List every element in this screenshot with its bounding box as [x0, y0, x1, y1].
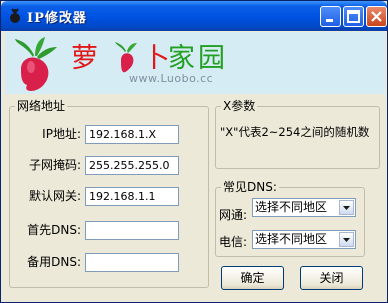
- unicom-dns-select[interactable]: 选择不同地区: [252, 198, 356, 217]
- unicom-dns-selected: 选择不同地区: [255, 200, 328, 214]
- maximize-button[interactable]: [343, 6, 364, 27]
- x-parameter-description: "X"代表2~254之间的随机数: [220, 125, 370, 139]
- subnet-mask-input[interactable]: [85, 156, 179, 175]
- ip-address-input[interactable]: [85, 125, 179, 144]
- logo-char-3: 家: [168, 43, 196, 74]
- radish-logo-icon: [15, 37, 57, 91]
- close-window-button[interactable]: [366, 6, 387, 27]
- primary-dns-input[interactable]: [85, 221, 179, 240]
- minimize-icon: [326, 19, 333, 22]
- minimize-button[interactable]: [320, 6, 341, 27]
- small-radish-icon: [115, 42, 137, 73]
- secondary-dns-input[interactable]: [85, 253, 179, 272]
- chevron-down-icon: [343, 238, 350, 242]
- title-bar[interactable]: IP修改器: [1, 1, 387, 31]
- logo-char-4: 园: [198, 43, 226, 74]
- banner: 萝 卜 家 园 www.Luobo.cc: [5, 32, 385, 94]
- app-icon: [7, 8, 23, 24]
- app-window: IP修改器 萝 卜 家 园 www.Luobo.cc 网络地址 IP地址: 19…: [0, 0, 388, 303]
- gateway-input[interactable]: [85, 187, 179, 206]
- ok-button[interactable]: 确定: [221, 266, 284, 290]
- chevron-down-icon: [343, 206, 350, 210]
- telecom-dropdown-button[interactable]: [339, 232, 354, 247]
- logo-char-2: 卜: [143, 43, 171, 74]
- gateway-label: 默认网关:: [28, 189, 81, 203]
- telecom-dns-selected: 选择不同地区: [255, 232, 328, 246]
- telecom-dns-select[interactable]: 选择不同地区: [252, 230, 356, 249]
- maximize-icon: [347, 10, 360, 23]
- ip-label: IP地址:: [42, 127, 81, 141]
- x-parameter-legend: X参数: [221, 99, 258, 113]
- secondary-dns-label: 备用DNS:: [27, 255, 81, 269]
- subnet-mask-label: 子网掩码:: [28, 158, 81, 172]
- banner-url: www.Luobo.cc: [129, 72, 214, 85]
- window-title: IP修改器: [27, 11, 87, 26]
- primary-dns-label: 首先DNS:: [27, 223, 81, 237]
- close-icon: [371, 11, 382, 22]
- unicom-dropdown-button[interactable]: [339, 200, 354, 215]
- unicom-label: 网通:: [219, 208, 248, 222]
- telecom-label: 电信:: [219, 235, 248, 249]
- logo-char-1: 萝: [71, 43, 99, 74]
- common-dns-legend: 常见DNS:: [221, 180, 279, 194]
- network-address-legend: 网络地址: [15, 99, 68, 113]
- close-button[interactable]: 关闭: [300, 266, 363, 290]
